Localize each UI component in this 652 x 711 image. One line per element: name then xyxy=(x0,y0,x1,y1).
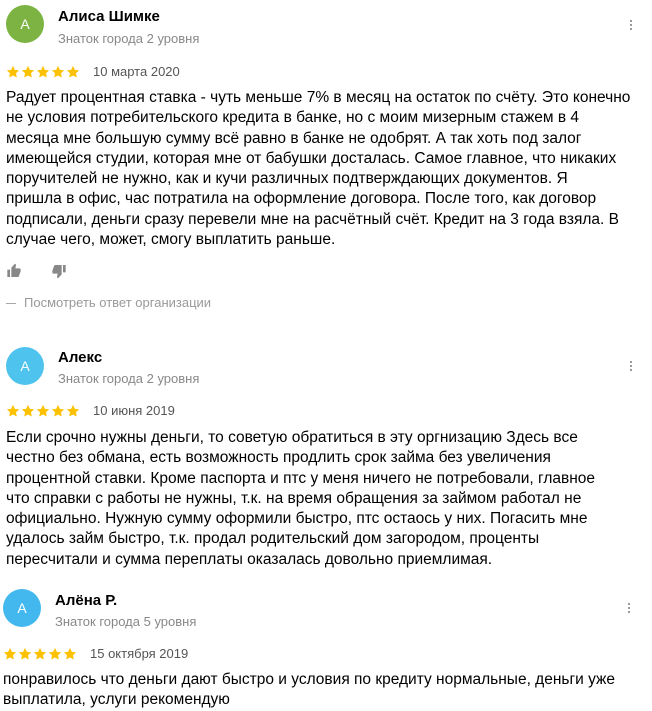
author-name[interactable]: Алиса Шимке xyxy=(58,8,160,25)
avatar[interactable]: А xyxy=(6,5,44,43)
rating-stars xyxy=(6,404,81,418)
author-name[interactable]: Алекс xyxy=(58,349,102,366)
author-name[interactable]: Алёна Р. xyxy=(55,592,117,609)
more-options-icon[interactable]: · · · xyxy=(620,594,638,620)
star-icon xyxy=(3,647,17,660)
avatar[interactable]: А xyxy=(3,589,41,627)
star-icon xyxy=(66,404,80,417)
thumbs-up-icon[interactable] xyxy=(6,263,22,279)
star-icon xyxy=(21,65,35,78)
review-card: А Алекс Знаток города 2 уровня · · · 10 ию… xyxy=(0,338,652,578)
star-icon xyxy=(63,647,77,660)
rating-stars xyxy=(6,65,81,79)
review-card: А Алиса Шимке Знаток города 2 уровня · · ·… xyxy=(0,0,652,330)
author-level: Знаток города 2 уровня xyxy=(58,371,200,386)
review-date: 10 марта 2020 xyxy=(93,64,180,79)
review-date: 15 октября 2019 xyxy=(90,646,189,661)
review-card: А Алёна Р. Знаток города 5 уровня · · · 15… xyxy=(0,582,652,711)
review-text: Если срочно нужны деньги, то советую обр… xyxy=(6,429,596,568)
avatar[interactable]: А xyxy=(6,347,44,385)
star-icon xyxy=(33,647,47,660)
star-icon xyxy=(6,404,20,417)
more-options-icon[interactable]: · · · xyxy=(622,352,640,378)
rating-stars xyxy=(3,647,78,661)
star-icon xyxy=(18,647,32,660)
star-icon xyxy=(36,404,50,417)
star-icon xyxy=(36,65,50,78)
more-options-icon[interactable]: · · · xyxy=(622,11,640,37)
star-icon xyxy=(6,65,20,78)
review-text: Радует процентная ставка - чуть меньше 7… xyxy=(6,89,631,249)
review-text: понравилось что деньги дают быстро и усл… xyxy=(3,671,616,709)
star-icon xyxy=(51,65,65,78)
author-level: Знаток города 5 уровня xyxy=(55,614,197,629)
author-level: Знаток города 2 уровня xyxy=(58,31,200,46)
star-icon xyxy=(66,65,80,78)
star-icon xyxy=(21,404,35,417)
reply-dash xyxy=(6,303,16,305)
reply-link-label: Посмотреть ответ организации xyxy=(24,295,212,310)
star-icon xyxy=(51,404,65,417)
review-date: 10 июня 2019 xyxy=(93,403,175,418)
view-organization-reply-link[interactable]: Посмотреть ответ организации xyxy=(6,295,211,310)
star-icon xyxy=(48,647,62,660)
thumbs-down-icon[interactable] xyxy=(51,263,67,279)
